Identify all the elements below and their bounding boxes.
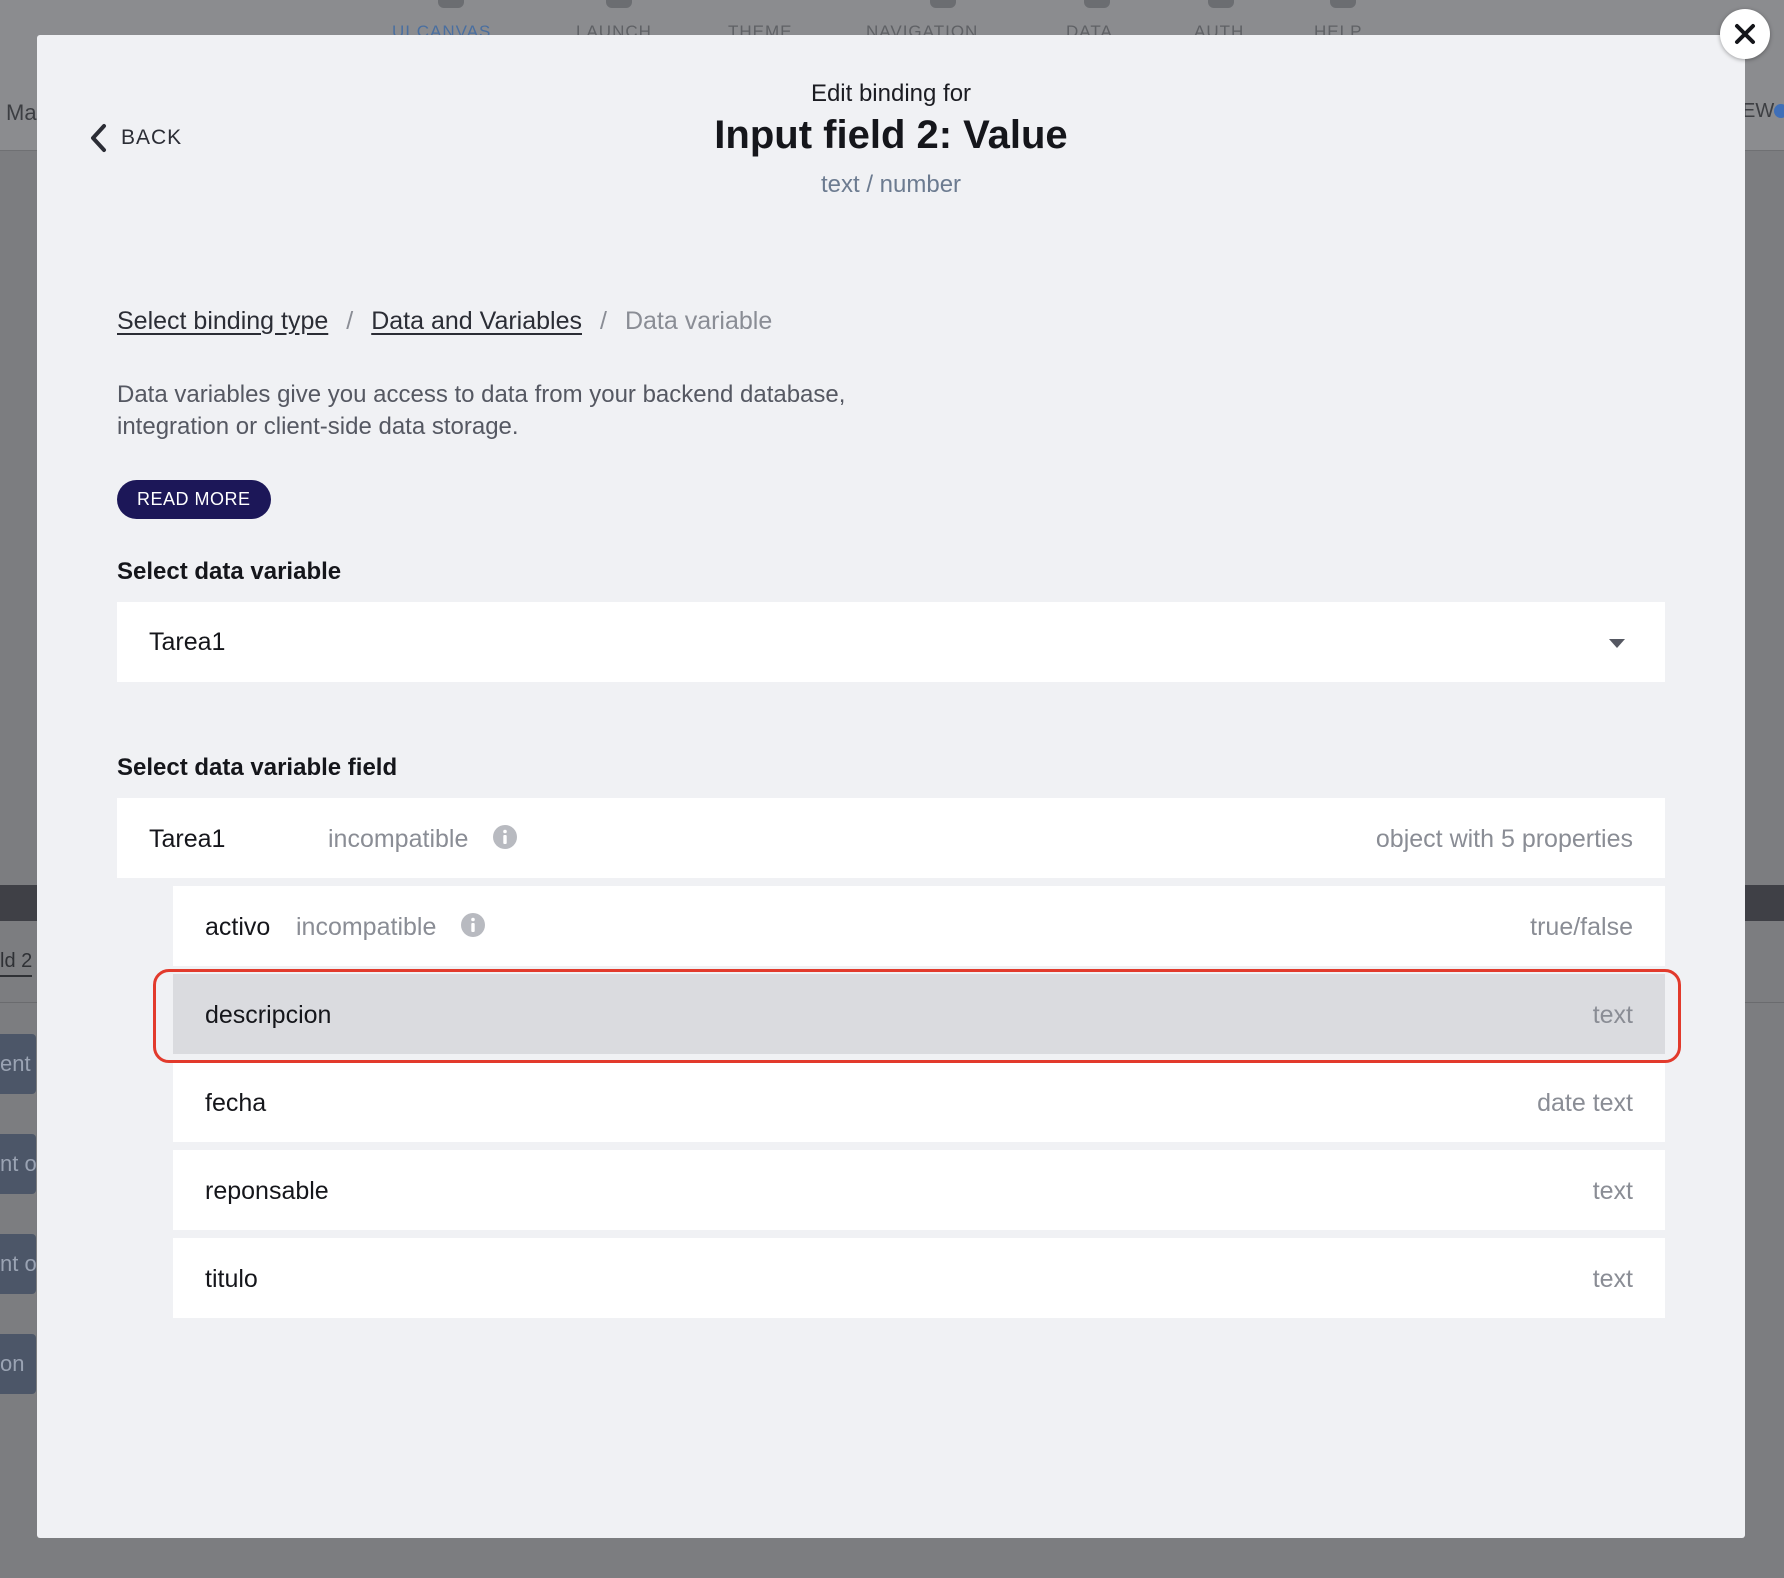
field-status: incompatible bbox=[328, 825, 469, 853]
background-tab: nt o bbox=[0, 1134, 36, 1194]
background-preview-label: EW bbox=[1742, 100, 1775, 122]
auth-icon bbox=[1208, 0, 1234, 8]
header-type: text / number bbox=[820, 171, 962, 198]
navigation-icon bbox=[930, 0, 956, 8]
field-name: fecha bbox=[205, 1089, 267, 1117]
data-variable-value: Tarea1 bbox=[149, 628, 226, 656]
field-row-root[interactable]: Tarea1 incompatible object with 5 proper… bbox=[117, 798, 1665, 878]
select-field-label: Select data variable field bbox=[117, 754, 398, 781]
field-name: Tarea1 bbox=[149, 825, 226, 853]
background-tab: nt o bbox=[0, 1234, 36, 1294]
background-field-label: ld 2 bbox=[0, 950, 33, 972]
read-more-button[interactable]: READ MORE bbox=[117, 480, 271, 519]
breadcrumb-separator: / bbox=[600, 307, 607, 335]
info-icon[interactable] bbox=[493, 825, 517, 849]
field-type: object with 5 properties bbox=[1375, 825, 1633, 853]
close-button[interactable] bbox=[1720, 9, 1770, 59]
edit-binding-modal: BACK Edit binding for Input field 2: Val… bbox=[37, 35, 1745, 1538]
field-status: incompatible bbox=[296, 913, 437, 941]
field-type: text bbox=[1592, 1177, 1633, 1205]
data-variable-select[interactable]: Tarea1 bbox=[117, 602, 1665, 682]
field-row-activo[interactable]: activo incompatible true/false bbox=[173, 886, 1665, 966]
status-dot-icon bbox=[1774, 104, 1784, 118]
background-app-title: Ma bbox=[6, 100, 37, 125]
field-name: descripcion bbox=[205, 1001, 332, 1029]
help-icon bbox=[1330, 0, 1356, 8]
data-icon bbox=[1084, 0, 1110, 8]
background-tab: ent bbox=[0, 1034, 36, 1094]
field-type: true/false bbox=[1530, 913, 1633, 941]
background-tab: on bbox=[0, 1334, 36, 1394]
field-name: titulo bbox=[205, 1265, 258, 1293]
field-row-reponsable[interactable]: reponsable text bbox=[173, 1150, 1665, 1230]
info-icon[interactable] bbox=[461, 913, 485, 937]
breadcrumb: Select binding type / Data and Variables… bbox=[117, 307, 772, 336]
field-type: text bbox=[1592, 1001, 1633, 1029]
breadcrumb-separator: / bbox=[346, 307, 354, 335]
field-row-titulo[interactable]: titulo text bbox=[173, 1238, 1665, 1318]
field-row-descripcion[interactable]: descripcion text bbox=[173, 974, 1665, 1054]
close-icon bbox=[1735, 24, 1755, 44]
description-text: Data variables give you access to data f… bbox=[117, 381, 846, 440]
field-name: reponsable bbox=[205, 1177, 329, 1205]
canvas-icon bbox=[438, 0, 464, 8]
breadcrumb-data-and-variables[interactable]: Data and Variables bbox=[371, 307, 582, 336]
page-title: Input field 2: Value bbox=[714, 113, 1068, 157]
caret-down-icon bbox=[1609, 639, 1625, 648]
field-type: text bbox=[1592, 1265, 1633, 1293]
background-divider bbox=[0, 975, 32, 977]
field-row-fecha[interactable]: fecha date text bbox=[173, 1062, 1665, 1142]
header-subtitle: Edit binding for bbox=[810, 80, 972, 107]
select-variable-label: Select data variable bbox=[117, 558, 342, 585]
breadcrumb-select-binding-type[interactable]: Select binding type bbox=[117, 307, 328, 336]
field-name: activo bbox=[205, 913, 271, 941]
launch-icon bbox=[606, 0, 632, 8]
breadcrumb-current: Data variable bbox=[624, 307, 773, 335]
field-type: date text bbox=[1537, 1089, 1633, 1117]
